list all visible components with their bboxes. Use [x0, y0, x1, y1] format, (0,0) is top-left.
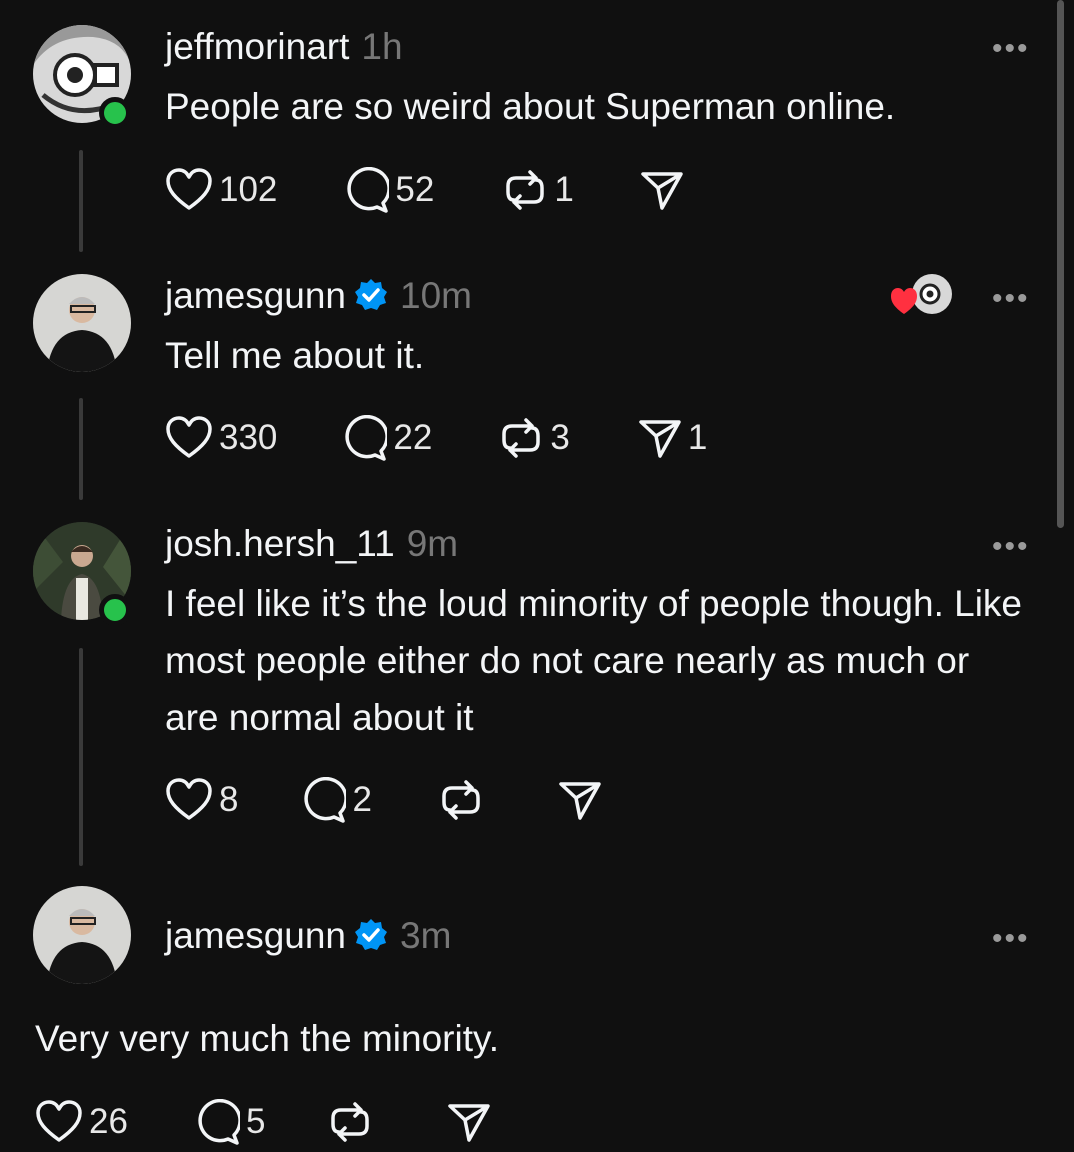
- post-time: 1h: [361, 26, 403, 67]
- like-button[interactable]: 330: [165, 416, 277, 460]
- liked-by-author-indicator: [890, 272, 954, 318]
- comment-button[interactable]: 52: [343, 167, 434, 213]
- avatar[interactable]: [33, 886, 131, 984]
- heart-icon: [36, 1100, 82, 1142]
- thread-line: [79, 648, 83, 866]
- online-indicator: [99, 594, 131, 626]
- thread-line: [79, 398, 83, 500]
- comment-count: 22: [393, 418, 433, 457]
- username-text[interactable]: jamesgunn: [165, 915, 346, 956]
- post-username[interactable]: jamesgunn 3m: [165, 915, 451, 957]
- share-icon: [448, 1104, 491, 1142]
- post-actions: 330 22 3 1: [165, 415, 707, 461]
- username-text[interactable]: jeffmorinart: [165, 26, 349, 67]
- post-time: 9m: [406, 523, 459, 564]
- like-button[interactable]: 26: [35, 1100, 128, 1144]
- online-indicator: [99, 97, 131, 129]
- verified-badge-icon: [355, 919, 388, 950]
- share-icon: [639, 420, 681, 458]
- repost-icon: [502, 418, 541, 458]
- share-button[interactable]: [558, 778, 608, 822]
- post-text: Tell me about it.: [165, 335, 425, 376]
- comment-button[interactable]: 5: [194, 1099, 265, 1145]
- comment-count: 2: [352, 780, 372, 819]
- share-button[interactable]: [447, 1100, 497, 1144]
- more-icon[interactable]: •••: [992, 924, 1030, 954]
- post-text: People are so weird about Superman onlin…: [165, 86, 896, 127]
- repost-icon: [506, 170, 545, 210]
- share-icon: [641, 172, 683, 210]
- like-count: 8: [219, 780, 239, 819]
- post-username[interactable]: josh.hersh_11 9m: [165, 523, 458, 565]
- comment-count: 52: [395, 170, 435, 209]
- share-count: 1: [687, 418, 708, 457]
- avatar[interactable]: [33, 274, 131, 372]
- more-icon[interactable]: •••: [992, 532, 1030, 562]
- post-time: 10m: [400, 275, 472, 316]
- comment-icon: [198, 1099, 240, 1145]
- heart-icon: [166, 416, 212, 458]
- comment-button[interactable]: 2: [300, 777, 372, 823]
- post-actions: 26 5: [35, 1099, 497, 1145]
- like-button[interactable]: 8: [165, 778, 238, 822]
- repost-button[interactable]: 3: [498, 416, 570, 460]
- scrollbar[interactable]: [1057, 0, 1064, 528]
- share-icon: [559, 782, 601, 820]
- post-actions: 102 52 1: [165, 167, 690, 213]
- like-count: 102: [219, 170, 278, 209]
- like-count: 330: [219, 418, 278, 457]
- verified-badge-icon: [355, 279, 388, 310]
- repost-button[interactable]: [327, 1100, 379, 1144]
- thread-line: [79, 150, 83, 252]
- username-text[interactable]: jamesgunn: [165, 275, 346, 316]
- comment-icon: [304, 777, 347, 823]
- post-username[interactable]: jeffmorinart 1h: [165, 26, 403, 68]
- post-actions: 8 2: [165, 777, 608, 823]
- comment-icon: [347, 167, 390, 213]
- more-icon[interactable]: •••: [992, 284, 1030, 314]
- like-button[interactable]: 102: [165, 168, 277, 212]
- more-icon[interactable]: •••: [992, 34, 1030, 64]
- username-text[interactable]: josh.hersh_11: [165, 523, 395, 564]
- comment-button[interactable]: 22: [341, 415, 432, 461]
- repost-count: 1: [554, 170, 574, 209]
- comment-icon: [345, 415, 388, 461]
- share-button[interactable]: 1: [638, 416, 707, 460]
- like-count: 26: [89, 1102, 128, 1141]
- heart-icon: [166, 778, 212, 820]
- repost-icon: [442, 780, 480, 820]
- heart-icon: [166, 168, 212, 210]
- repost-count: 3: [550, 418, 570, 457]
- repost-icon: [331, 1102, 370, 1142]
- repost-button[interactable]: [438, 778, 490, 822]
- repost-button[interactable]: 1: [502, 168, 574, 212]
- share-button[interactable]: [640, 168, 690, 212]
- comment-count: 5: [245, 1102, 266, 1141]
- post-time: 3m: [400, 915, 452, 956]
- post-text: Very very much the minority.: [35, 1018, 500, 1059]
- post-username[interactable]: jamesgunn 10m: [165, 275, 472, 317]
- post-text: I feel like it’s the loud minority of pe…: [165, 583, 1022, 738]
